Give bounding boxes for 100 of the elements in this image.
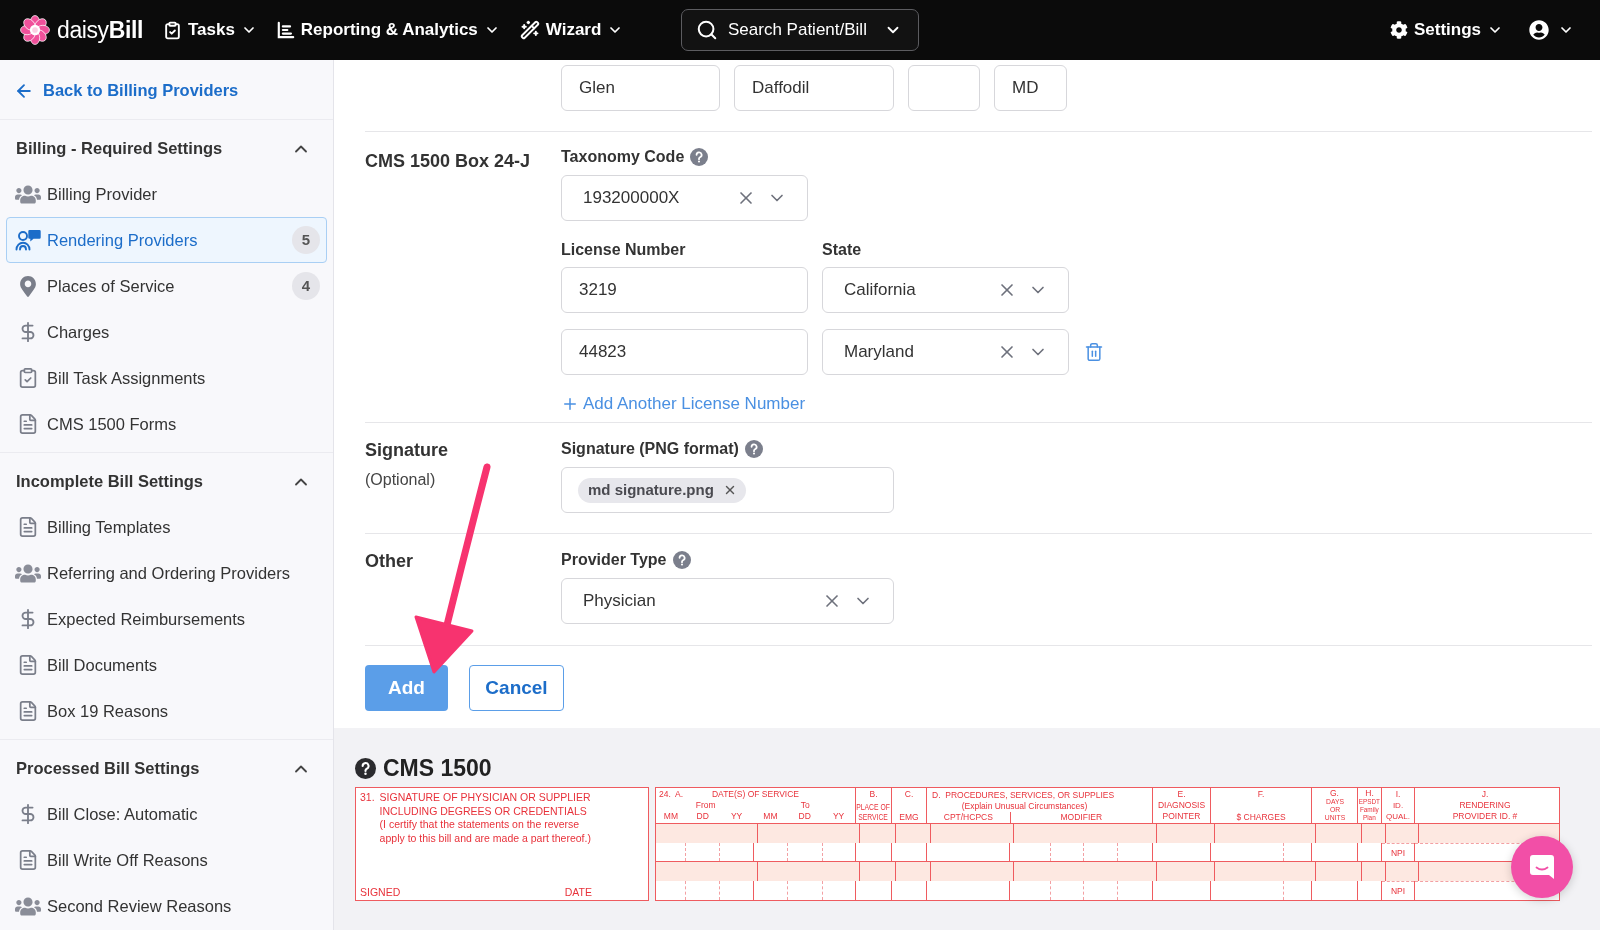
column-sublabel: YY <box>832 811 845 822</box>
column-letter: C. <box>904 789 914 799</box>
column-letter: H. <box>1365 789 1374 798</box>
column-label: DAYS OR UNITS <box>1324 798 1345 822</box>
field-label: Signature (PNG format) <box>561 439 739 459</box>
people-icon <box>14 895 41 917</box>
sidebar-item[interactable]: Bill Close: Automatic <box>6 791 327 837</box>
text-field[interactable]: 3219 <box>561 267 808 313</box>
select-field[interactable]: Maryland <box>822 329 1069 375</box>
column-title: D. PROCEDURES, SERVICES, OR SUPPLIES <box>932 790 1115 801</box>
column-sublabel: MM <box>663 811 678 822</box>
sidebar-item[interactable]: Bill Task Assignments <box>6 355 327 401</box>
count-badge: 4 <box>292 272 320 300</box>
section-title: Signature <box>365 439 448 462</box>
column-label: PLACE OF SERVICE <box>856 802 891 822</box>
settings-menu-button[interactable]: Settings <box>1389 10 1503 50</box>
sidebar-item[interactable]: Second Review Reasons <box>6 883 327 929</box>
field-label: Taxonomy Code <box>561 147 685 167</box>
people-icon <box>14 562 41 584</box>
select-field[interactable]: 193200000X <box>561 175 808 221</box>
column-sublabel: From <box>695 800 716 811</box>
sidebar-item[interactable]: Expected Reimbursements <box>6 596 327 642</box>
clipboard-check-icon <box>162 20 182 40</box>
column-sublabel: To <box>800 800 810 811</box>
sidebar-item[interactable]: Rendering Providers 5 <box>6 217 327 263</box>
search-button[interactable]: Search Patient/Bill <box>681 9 919 51</box>
text-field[interactable]: MD <box>994 65 1067 111</box>
nav-menu-button[interactable]: Wizard <box>511 10 632 50</box>
column-label: EPSDT Family Plan <box>1358 798 1381 822</box>
item-number: 31. <box>360 791 375 805</box>
field-label: State <box>822 240 862 260</box>
magic-wand-icon <box>519 20 540 40</box>
date-label: DATE <box>564 885 592 899</box>
text-field[interactable]: Daffodil <box>734 65 894 111</box>
help-icon[interactable] <box>355 757 376 779</box>
field-label: License Number <box>561 240 686 260</box>
back-link[interactable]: Back to Billing Providers <box>14 78 239 103</box>
column-letter: B. <box>869 789 878 799</box>
file-upload-field[interactable]: md signature.png <box>561 467 894 513</box>
column-sublabel: DD <box>798 811 811 822</box>
signed-label: SIGNED <box>360 885 401 899</box>
column-label: RENDERING PROVIDER ID. # <box>1452 800 1518 822</box>
bar-chart-icon <box>276 21 295 39</box>
column-letter: G. <box>1330 789 1339 798</box>
text-field[interactable]: Glen <box>561 65 720 111</box>
column-sublabel: DD <box>696 811 709 822</box>
select-field[interactable]: Physician <box>561 578 894 624</box>
chat-bubble-icon <box>1528 853 1556 881</box>
sidebar-item[interactable]: CMS 1500 Forms <box>6 401 327 447</box>
sidebar-item[interactable]: Referring and Ordering Providers <box>6 550 327 596</box>
box-heading: SIGNATURE OF PHYSICIAN OR SUPPLIER INCLUDING DEGREES OR CREDENTIALS <box>379 791 591 818</box>
section-heading: CMS 1500 <box>383 755 492 781</box>
optional-note: (Optional) <box>365 470 436 490</box>
certification-note: (I certify that the statements on the reverse apply to this bill and are made a part thereof.) <box>379 818 591 845</box>
settings-icon <box>1389 21 1408 39</box>
sidebar-item[interactable]: Places of Service 4 <box>6 263 327 309</box>
sidebar-item[interactable]: Billing Templates <box>6 504 327 550</box>
item-number: 24. A. <box>658 789 684 800</box>
section-title: CMS 1500 Box 24-J <box>365 151 531 171</box>
text-field[interactable] <box>908 65 980 111</box>
column-label: DIAGNOSIS POINTER <box>1157 800 1206 822</box>
qualifier-text: NPI <box>1390 847 1406 858</box>
logo-link[interactable]: daisyBill <box>20 12 143 48</box>
column-label: ID. QUAL. <box>1386 800 1410 822</box>
count-badge: 5 <box>292 226 320 254</box>
nav-menu-button[interactable]: Tasks <box>154 10 265 50</box>
column-sublabel: MODIFIER <box>1060 812 1103 823</box>
sidebar-item[interactable]: Bill Documents <box>6 642 327 688</box>
column-sublabel: YY <box>730 811 743 822</box>
people-icon <box>14 183 41 205</box>
sidebar-item[interactable]: Charges <box>6 309 327 355</box>
column-title: DATE(S) OF SERVICE <box>711 789 800 800</box>
trash-icon[interactable] <box>1084 342 1104 362</box>
column-letter: E. <box>1177 789 1186 799</box>
search-icon <box>696 19 718 41</box>
person-speech-bubble-icon <box>14 229 41 251</box>
sidebar-item[interactable]: Billing Provider <box>6 171 327 217</box>
sidebar-item[interactable]: Bill Write Off Reasons <box>6 837 327 883</box>
text-field[interactable]: 44823 <box>561 329 808 375</box>
column-letter: I. <box>1395 789 1401 799</box>
sidebar-item[interactable]: Box 19 Reasons <box>6 688 327 734</box>
flower-icon <box>20 15 50 45</box>
nav-menu-button[interactable]: Reporting & Analytics <box>268 10 508 50</box>
section-header[interactable]: Incomplete Bill Settings <box>0 453 333 504</box>
file-name: md signature.png <box>588 479 714 500</box>
field-label: Provider Type <box>561 550 667 570</box>
section-header[interactable]: Billing - Required Settings <box>0 120 333 171</box>
user-avatar-icon <box>1529 20 1549 40</box>
select-field[interactable]: California <box>822 267 1069 313</box>
section-header[interactable]: Processed Bill Settings <box>0 740 333 791</box>
column-sublabel: (Explain Unusual Circumstances) <box>961 801 1088 812</box>
section-title: Other <box>365 550 413 573</box>
column-sublabel: MM <box>763 811 778 822</box>
cancel-button[interactable]: Cancel <box>469 665 564 711</box>
column-label: EMG <box>899 812 919 822</box>
column-letter: J. <box>1481 789 1489 799</box>
column-label: $ CHARGES <box>1236 812 1286 822</box>
qualifier-text: NPI <box>1390 886 1406 896</box>
plus-icon <box>561 395 579 413</box>
map-pin-icon <box>19 275 36 297</box>
